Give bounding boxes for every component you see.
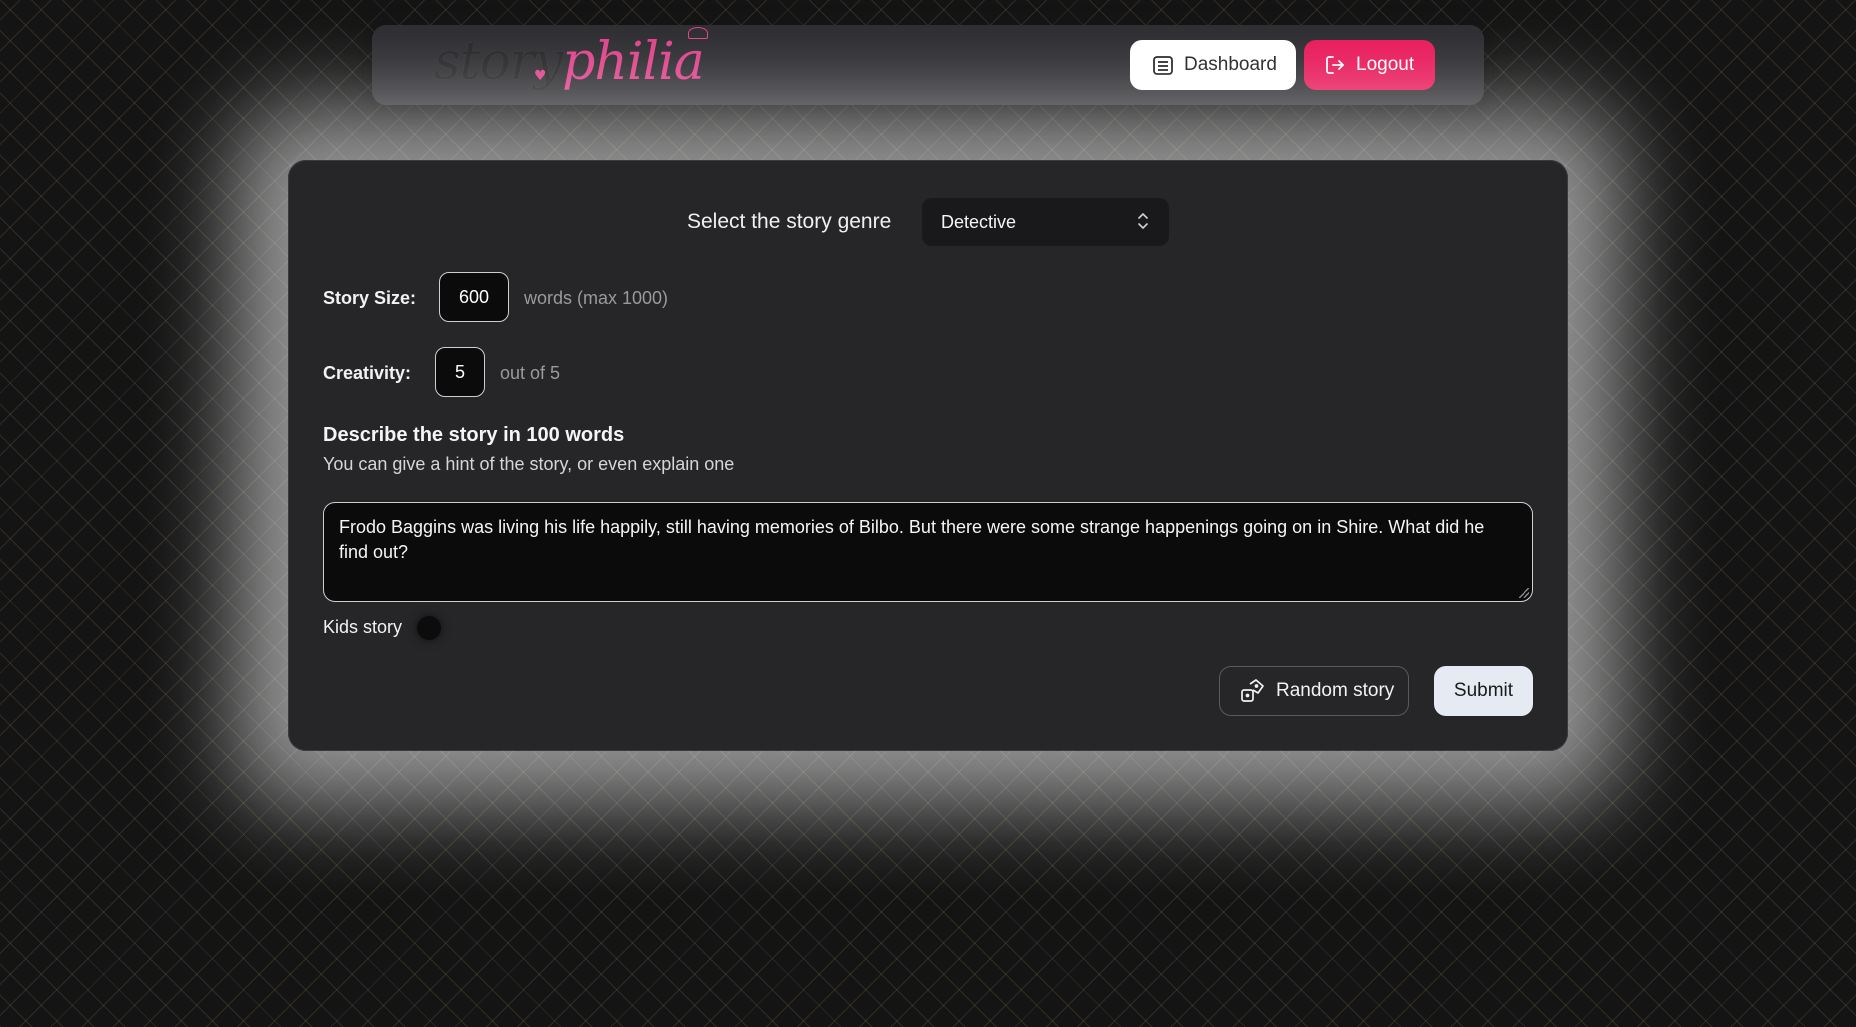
description-subtitle: You can give a hint of the story, or eve… bbox=[323, 454, 735, 474]
creativity-label: Creativity: bbox=[323, 363, 412, 383]
genre-select[interactable]: Detective bbox=[922, 198, 1169, 246]
random-story-button[interactable]: Random story bbox=[1219, 666, 1409, 716]
story-description-text: Frodo Baggins was living his life happil… bbox=[339, 517, 1485, 562]
chevron-up-down-icon bbox=[1138, 213, 1148, 229]
hat-icon bbox=[688, 27, 708, 39]
heart-icon: ♥ bbox=[534, 68, 547, 84]
dice-icon bbox=[1241, 679, 1264, 702]
kids-story-toggle[interactable] bbox=[417, 616, 441, 640]
logout-label: Logout bbox=[1356, 54, 1415, 75]
dashboard-icon bbox=[1153, 56, 1173, 75]
story-size-label: Story Size: bbox=[323, 288, 417, 308]
story-form-card: Select the story genre Detective Story S… bbox=[288, 160, 1568, 751]
resize-handle-icon[interactable] bbox=[1519, 588, 1529, 598]
story-description-textarea[interactable]: Frodo Baggins was living his life happil… bbox=[323, 502, 1533, 602]
random-story-label: Random story bbox=[1276, 680, 1395, 701]
genre-label: Select the story genre bbox=[687, 210, 892, 233]
logo-text-philia: philia bbox=[562, 32, 705, 92]
kids-story-label: Kids story bbox=[323, 617, 403, 637]
logout-icon bbox=[1326, 56, 1344, 74]
creativity-input[interactable]: 5 bbox=[435, 347, 485, 397]
storyphilia-logo[interactable]: storyphilia ♥ bbox=[434, 27, 708, 93]
story-size-input[interactable]: 600 bbox=[439, 272, 509, 322]
dashboard-button[interactable]: Dashboard bbox=[1130, 40, 1296, 90]
creativity-hint: out of 5 bbox=[500, 363, 561, 383]
description-title: Describe the story in 100 words bbox=[323, 424, 625, 446]
submit-button[interactable]: Submit bbox=[1434, 666, 1533, 716]
story-size-hint: words (max 1000) bbox=[524, 288, 669, 308]
top-navbar: storyphilia ♥ Dashboard Logout bbox=[372, 25, 1484, 105]
dashboard-label: Dashboard bbox=[1184, 54, 1277, 75]
submit-label: Submit bbox=[1453, 680, 1514, 701]
logout-button[interactable]: Logout bbox=[1304, 40, 1435, 90]
genre-selected-value: Detective bbox=[941, 211, 1017, 232]
